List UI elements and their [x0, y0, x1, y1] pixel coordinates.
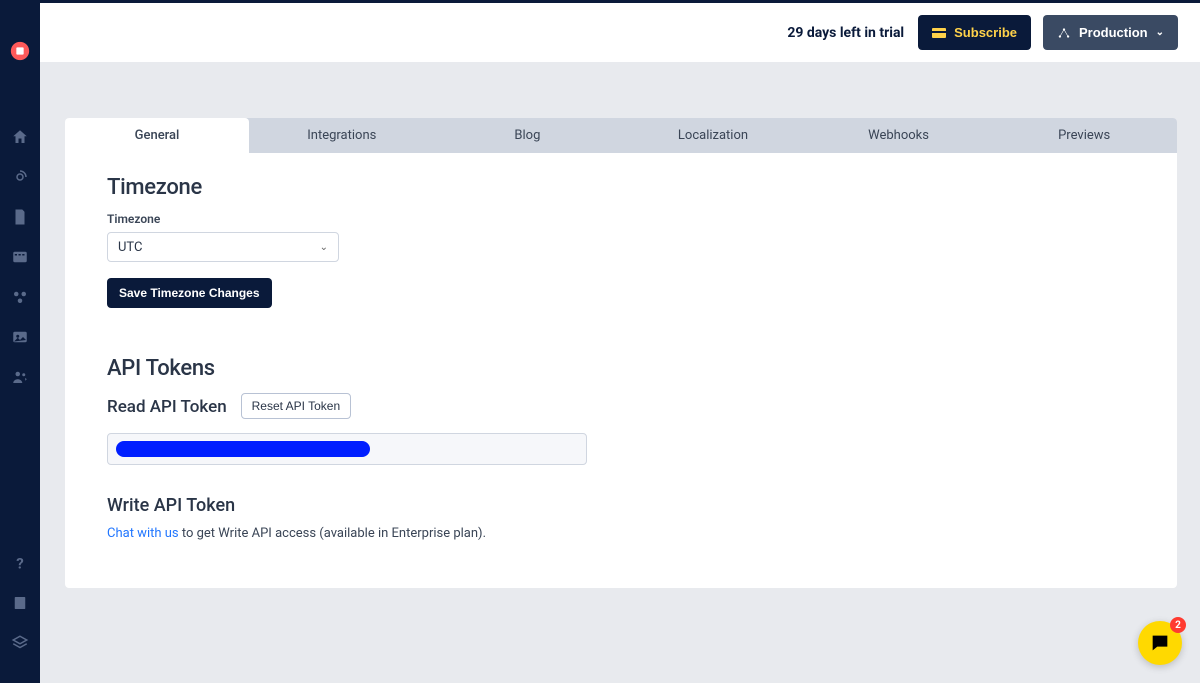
timezone-heading: Timezone	[107, 175, 1135, 200]
book-icon[interactable]	[0, 583, 40, 623]
read-api-token-field[interactable]	[107, 433, 587, 465]
tab-blog[interactable]: Blog	[435, 118, 621, 153]
chevron-down-icon: ⌄	[1156, 27, 1164, 38]
environment-label: Production	[1079, 25, 1148, 40]
blog-icon[interactable]	[0, 157, 40, 197]
trial-text: 29 days left in trial	[787, 25, 904, 41]
subscribe-button[interactable]: Subscribe	[918, 15, 1031, 50]
credit-card-icon	[932, 28, 946, 38]
save-timezone-button[interactable]: Save Timezone Changes	[107, 278, 272, 308]
subscribe-label: Subscribe	[954, 25, 1017, 40]
chat-launcher[interactable]: 2	[1138, 621, 1182, 665]
layers-icon[interactable]	[0, 623, 40, 663]
home-icon[interactable]	[0, 117, 40, 157]
team-icon[interactable]	[0, 357, 40, 397]
tab-localization[interactable]: Localization	[620, 118, 806, 153]
chevron-down-icon: ⌄	[320, 242, 328, 253]
masked-token-value	[116, 441, 370, 457]
environment-selector[interactable]: Production ⌄	[1043, 15, 1178, 50]
sidebar: ?	[0, 0, 40, 683]
tab-general[interactable]: General	[65, 118, 249, 153]
timezone-selected-value: UTC	[118, 240, 142, 255]
tabs: General Integrations Blog Localization W…	[65, 118, 1177, 153]
nodes-icon	[1057, 26, 1071, 40]
tab-integrations[interactable]: Integrations	[249, 118, 435, 153]
help-icon[interactable]: ?	[0, 543, 40, 583]
settings-panel: General Integrations Blog Localization W…	[65, 118, 1177, 588]
api-tokens-heading: API Tokens	[107, 356, 1135, 381]
general-panel: Timezone Timezone UTC ⌄ Save Timezone Ch…	[65, 153, 1177, 581]
document-icon[interactable]	[0, 197, 40, 237]
write-api-help-text: Chat with us to get Write API access (av…	[107, 526, 1135, 541]
tab-webhooks[interactable]: Webhooks	[806, 118, 992, 153]
media-icon[interactable]	[0, 317, 40, 357]
integrations-icon[interactable]	[0, 277, 40, 317]
timezone-field-label: Timezone	[107, 212, 1135, 226]
tab-previews[interactable]: Previews	[991, 118, 1177, 153]
write-api-help-rest: to get Write API access (available in En…	[179, 526, 486, 541]
chat-icon	[1149, 632, 1171, 654]
topbar: 29 days left in trial Subscribe Producti…	[40, 0, 1200, 62]
write-api-token-label: Write API Token	[107, 495, 235, 516]
chat-with-us-link[interactable]: Chat with us	[107, 526, 179, 541]
timezone-select[interactable]: UTC ⌄	[107, 232, 339, 262]
chat-badge: 2	[1170, 617, 1186, 633]
grid-icon[interactable]	[0, 237, 40, 277]
reset-api-token-button[interactable]: Reset API Token	[241, 393, 352, 419]
read-api-token-label: Read API Token	[107, 397, 227, 417]
app-logo-icon	[9, 40, 31, 62]
svg-text:?: ?	[16, 554, 23, 572]
